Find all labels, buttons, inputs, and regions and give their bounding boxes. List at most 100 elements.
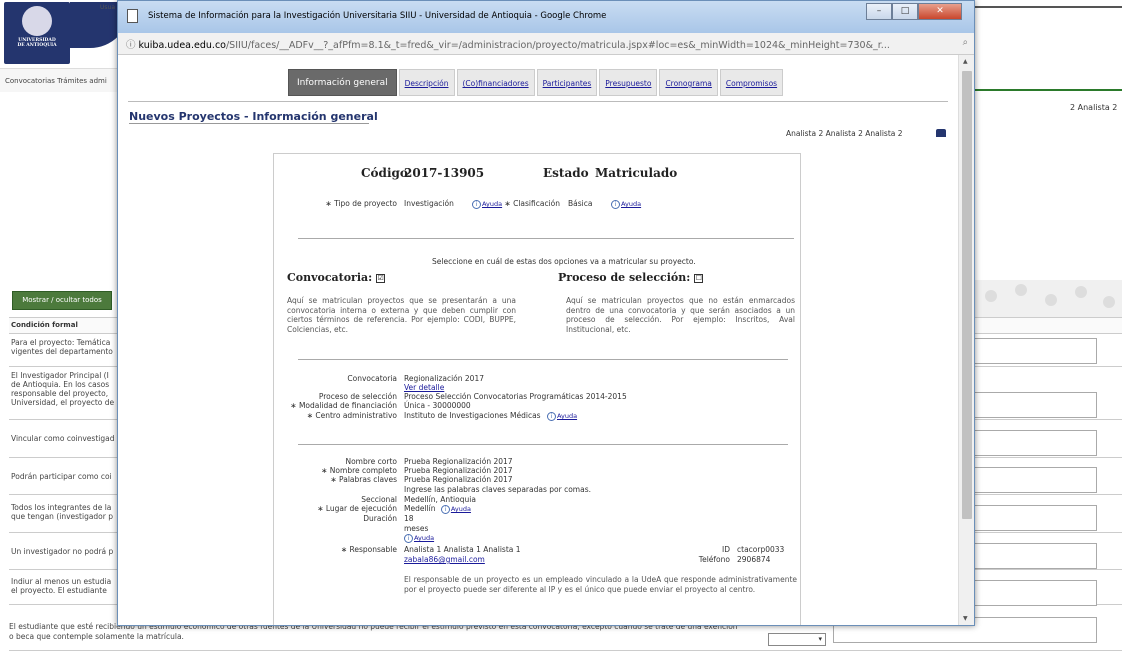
usuario-label: Usua [100,4,115,11]
centro-value: Instituto de Investigaciones Médicas i Ay… [404,411,577,421]
modalidad-value: Única - 30000000 [404,401,471,410]
row-text: Indiur al menos un estudia el proyecto. … [11,577,112,595]
scroll-thumb[interactable] [962,71,972,519]
convocatoria-checkbox[interactable]: ☑ [376,274,386,283]
proceso-option[interactable]: Proceso de selección: ☐ [558,271,704,284]
document-icon [127,9,138,23]
proceso-checkbox[interactable]: ☐ [694,274,704,283]
general-info-form: Código 2017-13905 Estado Matriculado ∗ T… [273,153,801,625]
tab-cofinanciadores[interactable]: (Co)financiadores [456,69,535,96]
nombre-completo-label: ∗ Nombre completo [321,466,397,475]
divider [298,359,788,360]
address-bar[interactable]: ⓘ kuiba.udea.edu.co/SIIU/faces/__ADFv__?… [118,33,974,55]
analistas-label: Analista 2 Analista 2 Analista 2 [786,129,903,138]
tab-participantes[interactable]: Participantes [536,69,598,96]
tipo-ayuda[interactable]: i Ayuda [472,199,502,209]
responsable-note: El responsable de un proyecto es un empl… [404,575,797,594]
modalidad-label: ∗ Modalidad de financiación [290,401,397,410]
nav-divider [975,89,1122,91]
nombre-completo-value: Prueba Regionalización 2017 [404,466,513,475]
ayuda-link[interactable]: Ayuda [621,200,641,208]
main-nav[interactable]: Convocatorias Trámites admi [0,68,122,92]
palabras-hint: Ingrese las palabras claves separadas po… [404,485,591,494]
row-text: Un investigador no podrá p [11,547,114,556]
duracion-value[interactable]: 18 [404,514,414,523]
ver-detalle-link[interactable]: Ver detalle [404,383,444,392]
compliance-select[interactable]: ▾ [768,633,826,646]
tipo-proyecto-label: ∗ Tipo de proyecto [325,199,397,208]
row-text: Podrán participar como coi [11,472,112,481]
row-text: Todos los integrantes de la que tengan (… [11,503,113,521]
codigo-value: 2017-13905 [404,166,485,180]
tab-informacion-general[interactable]: Información general [288,69,397,96]
info-icon[interactable]: ⓘ [126,40,136,51]
window-controls: – □ ✕ [866,3,962,20]
minimize-button[interactable]: – [866,3,892,20]
help-icon: i [404,534,413,543]
convocatoria-description: Aquí se matriculan proyectos que se pres… [287,296,516,334]
maximize-button[interactable]: □ [892,3,918,20]
print-icon[interactable] [936,129,946,137]
url-path: /SIIU/faces/__ADFv__?_afPfm=8.1&_t=fred&… [225,40,890,51]
row-text: Vincular como coinvestigad [11,434,115,443]
popup-window: Sistema de Información para la Investiga… [117,0,975,626]
header-divider [975,6,1122,8]
toggle-all-button[interactable]: Mostrar / ocultar todos [12,291,112,310]
proceso-description: Aquí se matriculan proyectos que no está… [566,296,795,334]
window-titlebar[interactable]: Sistema de Información para la Investiga… [118,1,974,33]
lugar-text: Medellín [404,504,436,513]
telefono-label: Teléfono [698,555,730,564]
close-button[interactable]: ✕ [918,3,962,20]
clasificacion-ayuda[interactable]: i Ayuda [611,199,641,209]
convocatoria-option[interactable]: Convocatoria: ☑ [287,271,386,284]
url-domain: kuiba.udea.edu.co [138,40,226,51]
palabras-value: Prueba Regionalización 2017 [404,475,513,484]
scroll-up-icon[interactable]: ▲ [963,58,968,65]
proceso-field-label: Proceso de selección [318,392,397,401]
convocatoria-title: Convocatoria: [287,271,373,284]
palabras-label: ∗ Palabras claves [330,475,397,484]
estado-value: Matriculado [595,166,678,180]
duracion-ayuda[interactable]: i Ayuda [404,533,434,543]
help-icon: i [611,200,620,209]
scrollbar[interactable]: ▲ ▼ [958,55,974,625]
molecule-decoration [975,280,1122,317]
help-icon: i [472,200,481,209]
tab-descripcion[interactable]: Descripción [398,69,455,96]
help-icon: i [546,412,556,421]
ayuda-link[interactable]: Ayuda [557,412,577,420]
zoom-icon[interactable]: ⌕ [963,37,968,48]
tab-cronograma[interactable]: Cronograma [659,69,718,96]
tipo-proyecto-value: Investigación [404,199,454,208]
seal-icon [22,6,52,36]
row-text: El Investigador Principal (I de Antioqui… [11,371,115,407]
scroll-down-icon[interactable]: ▼ [963,615,968,622]
duracion-label: Duración [363,514,397,523]
id-label: ID [722,545,730,554]
convocatoria-field-label: Convocatoria [347,374,397,383]
nombre-corto-label: Nombre corto [345,457,397,466]
lugar-label: ∗ Lugar de ejecución [317,504,397,513]
ayuda-link[interactable]: Ayuda [414,534,434,542]
user-name: 2 Analista 2 [1070,103,1118,112]
responsable-email[interactable]: zabala86@gmail.com [404,555,485,564]
ayuda-link[interactable]: Ayuda [451,505,471,513]
tab-compromisos[interactable]: Compromisos [719,69,784,96]
proceso-field-value: Proceso Selección Convocatorias Programá… [404,392,627,401]
tab-divider [128,101,948,102]
divider [298,444,788,445]
responsable-label: ∗ Responsable [340,545,397,554]
seccional-label: Seccional [361,495,397,504]
row-text: Para el proyecto: Temática vigentes del … [11,338,113,356]
window-title: Sistema de Información para la Investiga… [148,11,607,21]
university-logo[interactable]: UNIVERSIDAD DE ANTIOQUIA [4,2,70,64]
proceso-title: Proceso de selección: [558,271,691,284]
help-icon: i [440,505,450,514]
id-value: ctacorp0033 [737,545,785,554]
clasificacion-label: ∗ Clasificación [504,199,560,208]
tab-presupuesto[interactable]: Presupuesto [599,69,658,96]
convocatoria-field-value: Regionalización 2017 [404,374,484,383]
ayuda-link[interactable]: Ayuda [482,200,502,208]
clasificacion-value: Básica [568,199,593,208]
page-content: Información general Descripción (Co)fina… [118,55,958,625]
